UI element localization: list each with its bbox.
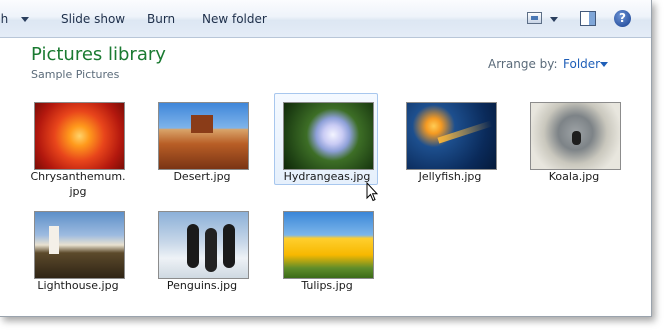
file-name-label: Koala.jpg <box>548 170 600 183</box>
arrange-by-label: Arrange by: <box>488 57 558 71</box>
slide-show-button[interactable]: Slide show <box>61 12 125 26</box>
koala-thumbnail <box>530 102 621 170</box>
file-name-label: Chrysanthemum. jpg <box>30 170 126 198</box>
file-item-koala[interactable]: Koala.jpg <box>521 93 625 185</box>
file-item-penguins[interactable]: Penguins.jpg <box>149 202 253 294</box>
new-folder-button[interactable]: New folder <box>202 12 267 26</box>
preview-pane-icon[interactable] <box>580 11 596 26</box>
explorer-window: ch Slide show Burn New folder ? Pictures… <box>0 0 652 317</box>
file-item-lighthouse[interactable]: Lighthouse.jpg <box>25 202 129 294</box>
help-icon[interactable]: ? <box>614 10 631 27</box>
command-bar: ch Slide show Burn New folder ? <box>0 0 651 38</box>
arrange-by-caret-icon[interactable] <box>600 62 608 67</box>
mouse-pointer-icon <box>366 182 378 202</box>
arrange-by-dropdown[interactable]: Folder <box>563 57 600 71</box>
jellyfish-thumbnail <box>406 102 497 170</box>
file-item-tulips[interactable]: Tulips.jpg <box>274 202 378 294</box>
file-name-label: Lighthouse.jpg <box>37 279 119 292</box>
organize-dropdown-icon[interactable] <box>21 17 29 22</box>
file-name-label: Tulips.jpg <box>301 279 353 292</box>
file-item-chrysanthemum[interactable]: Chrysanthemum. jpg <box>25 93 129 198</box>
organize-menu-button[interactable]: ch <box>0 12 8 26</box>
desert-thumbnail <box>158 102 249 170</box>
penguins-thumbnail <box>158 211 249 279</box>
change-view-icon[interactable] <box>527 12 542 24</box>
file-item-desert[interactable]: Desert.jpg <box>149 93 253 185</box>
library-subtitle: Sample Pictures <box>31 68 120 81</box>
file-name-label: Jellyfish.jpg <box>418 170 482 183</box>
file-name-label: Penguins.jpg <box>166 279 238 292</box>
lighthouse-thumbnail <box>34 211 125 279</box>
hydrangeas-thumbnail <box>283 102 374 170</box>
view-options-dropdown-icon[interactable] <box>550 17 558 22</box>
library-title: Pictures library <box>31 44 166 65</box>
chrysanthemum-thumbnail <box>34 102 125 170</box>
tulips-thumbnail <box>283 211 374 279</box>
file-item-hydrangeas[interactable]: Hydrangeas.jpg <box>274 93 378 185</box>
file-item-jellyfish[interactable]: Jellyfish.jpg <box>397 93 501 185</box>
burn-button[interactable]: Burn <box>147 12 175 26</box>
file-name-label: Desert.jpg <box>173 170 231 183</box>
